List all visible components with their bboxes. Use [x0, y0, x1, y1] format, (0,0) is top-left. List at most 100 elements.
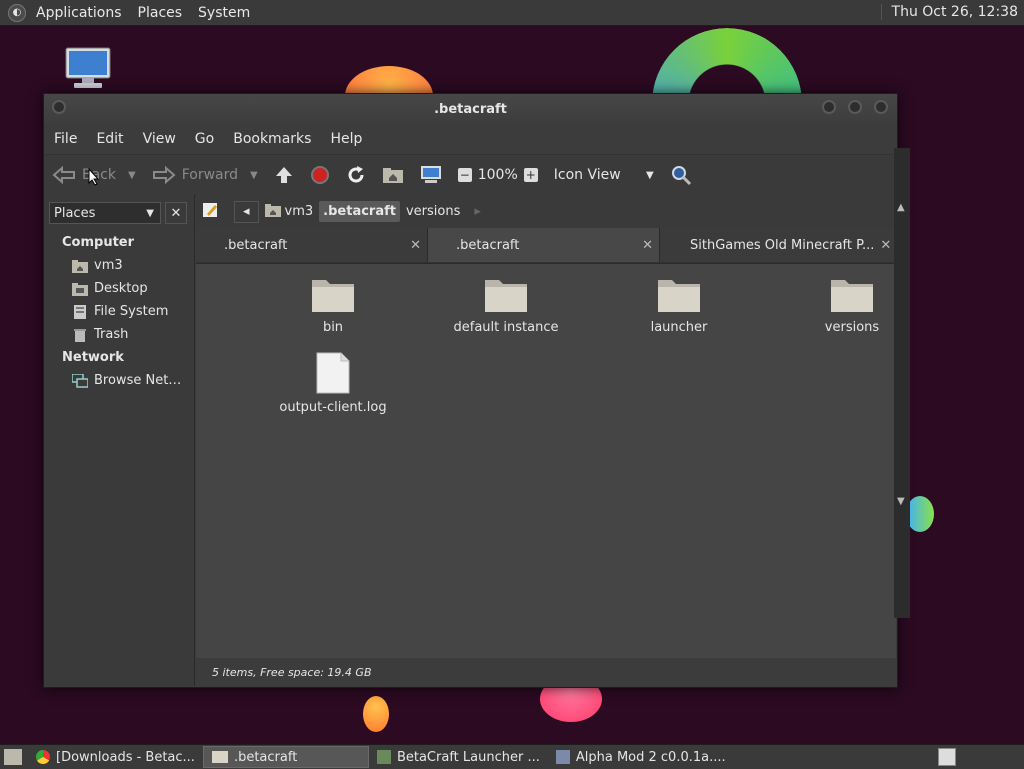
menu-view[interactable]: View: [137, 131, 189, 147]
crumb-home-icon[interactable]: [264, 203, 281, 221]
folder-icon: [658, 280, 700, 312]
location-bar: ◂ vm3 .betacraft versions ▸: [196, 195, 896, 228]
wallpaper-shape: [363, 696, 389, 732]
content-pane: ◂ vm3 .betacraft versions ▸ .betacraft ✕…: [196, 195, 896, 686]
folder-icon: [831, 280, 873, 312]
zoom-in-icon[interactable]: +: [523, 168, 538, 182]
stop-button[interactable]: [302, 165, 338, 185]
computer-button[interactable]: [412, 165, 450, 185]
computer-icon: [420, 166, 441, 183]
file-item-launcher[interactable]: launcher: [604, 274, 754, 335]
computer-desktop-icon[interactable]: [64, 46, 112, 90]
task-betacraft-folder[interactable]: .betacraft: [202, 746, 369, 768]
close-button[interactable]: [874, 100, 888, 114]
menu-go[interactable]: Go: [189, 131, 227, 147]
sidebar-item-file-system[interactable]: File System: [72, 304, 168, 319]
home-folder-icon: [382, 168, 403, 183]
folder-icon: [211, 751, 228, 763]
folder-icon: [485, 280, 527, 312]
menu-help[interactable]: Help: [324, 131, 375, 147]
tab-sithgames[interactable]: SithGames Old Minecraft P... ✕: [660, 228, 896, 262]
tab-betacraft-1[interactable]: .betacraft ✕: [196, 228, 428, 262]
file-item-default-instance[interactable]: default instance: [431, 274, 581, 335]
edit-location-icon[interactable]: [202, 201, 220, 223]
clock[interactable]: Thu Oct 26, 12:38: [880, 4, 1018, 20]
zoom-level: 100%: [477, 167, 518, 183]
task-alpha-mod[interactable]: Alpha Mod 2 c0.0.1a....: [548, 746, 734, 768]
drive-icon: [74, 304, 86, 319]
folder-icon: [312, 280, 354, 312]
chevron-down-icon[interactable]: ▼: [128, 170, 136, 181]
mouse-cursor-icon: [88, 168, 100, 186]
crumb-betacraft[interactable]: .betacraft: [319, 201, 400, 222]
menu-places[interactable]: Places: [130, 5, 191, 21]
tab-close-icon[interactable]: ✕: [410, 238, 421, 253]
chevron-down-icon: ▼: [646, 169, 654, 181]
scroll-down-icon[interactable]: ▼: [897, 496, 905, 507]
chevron-down-icon[interactable]: ▼: [250, 170, 258, 181]
window-titlebar[interactable]: .betacraft: [44, 94, 897, 124]
forward-button[interactable]: Forward ▼: [144, 166, 266, 184]
text-file-icon: [316, 352, 350, 394]
zoom-control: − 100% +: [450, 167, 546, 183]
vertical-scrollbar[interactable]: ▲ ▼: [894, 148, 910, 618]
sidebar-item-trash[interactable]: Trash: [72, 327, 128, 342]
menu-edit[interactable]: Edit: [90, 131, 136, 147]
search-button[interactable]: [662, 164, 700, 186]
sidebar-item-desktop[interactable]: Desktop: [72, 281, 148, 296]
trash-icon: [74, 328, 86, 342]
arrow-up-icon: [275, 167, 292, 183]
menu-applications[interactable]: Applications: [28, 5, 130, 21]
sidebar-type-select[interactable]: Places ▼: [49, 202, 161, 224]
file-manager-window: .betacraft File Edit View Go Bookmarks H…: [43, 93, 898, 688]
arrow-right-icon: [152, 166, 176, 184]
crumb-versions[interactable]: versions: [402, 201, 464, 222]
up-button[interactable]: [266, 165, 302, 185]
sidebar-item-vm3[interactable]: vm3: [72, 258, 123, 273]
window-menu-button[interactable]: [52, 100, 66, 114]
desktop-folder-icon: [72, 282, 88, 296]
menubar: File Edit View Go Bookmarks Help: [44, 124, 897, 154]
minimize-button[interactable]: [822, 100, 836, 114]
tab-close-icon[interactable]: ✕: [880, 238, 891, 253]
task-downloads[interactable]: [Downloads - Betac...: [28, 746, 203, 768]
app-icon: [376, 750, 391, 764]
search-icon: [671, 166, 691, 186]
scroll-up-icon[interactable]: ▲: [897, 202, 905, 213]
window-title: .betacraft: [434, 101, 507, 117]
taskbar: [Downloads - Betac... .betacraft BetaCra…: [0, 744, 1024, 769]
home-button[interactable]: [374, 166, 412, 184]
reload-button[interactable]: [338, 165, 374, 185]
sidebar-close-button[interactable]: ✕: [165, 202, 187, 224]
show-desktop-icon[interactable]: [4, 749, 22, 765]
maximize-button[interactable]: [848, 100, 862, 114]
distro-logo-icon[interactable]: ◐: [8, 3, 26, 22]
stop-icon: [310, 166, 329, 184]
tab-close-icon[interactable]: ✕: [642, 238, 653, 253]
file-item-output-client-log[interactable]: output-client.log: [258, 352, 408, 415]
menu-file[interactable]: File: [48, 131, 90, 147]
path-scroll-left-button[interactable]: ◂: [234, 200, 259, 223]
sidebar-item-browse-network[interactable]: Browse Net…: [72, 373, 181, 388]
workspace-switcher[interactable]: [938, 748, 956, 766]
reload-icon: [348, 166, 364, 183]
sidebar-section-computer: Computer: [62, 235, 135, 250]
path-scroll-right-button[interactable]: ▸: [474, 204, 481, 219]
chevron-down-icon: ▼: [146, 207, 154, 219]
chrome-icon: [36, 750, 50, 764]
zoom-out-icon[interactable]: −: [457, 168, 472, 182]
status-bar: 5 items, Free space: 19.4 GB: [196, 658, 896, 686]
network-icon: [72, 373, 88, 388]
task-betacraft-launcher[interactable]: BetaCraft Launcher ...: [369, 746, 548, 768]
tab-betacraft-2[interactable]: .betacraft ✕: [428, 228, 660, 262]
file-grid: bin default instance launcher versions o…: [196, 264, 896, 654]
menu-system[interactable]: System: [190, 5, 258, 21]
tab-bar: .betacraft ✕ .betacraft ✕ SithGames Old …: [196, 228, 896, 264]
menu-bookmarks[interactable]: Bookmarks: [227, 131, 324, 147]
sidebar-section-network: Network: [62, 350, 124, 365]
file-item-bin[interactable]: bin: [258, 274, 408, 335]
view-mode-select[interactable]: Icon View ▼: [546, 167, 662, 183]
wallpaper-shape: [906, 496, 934, 532]
arrow-left-icon: [52, 166, 75, 184]
crumb-vm3[interactable]: vm3: [281, 201, 318, 222]
